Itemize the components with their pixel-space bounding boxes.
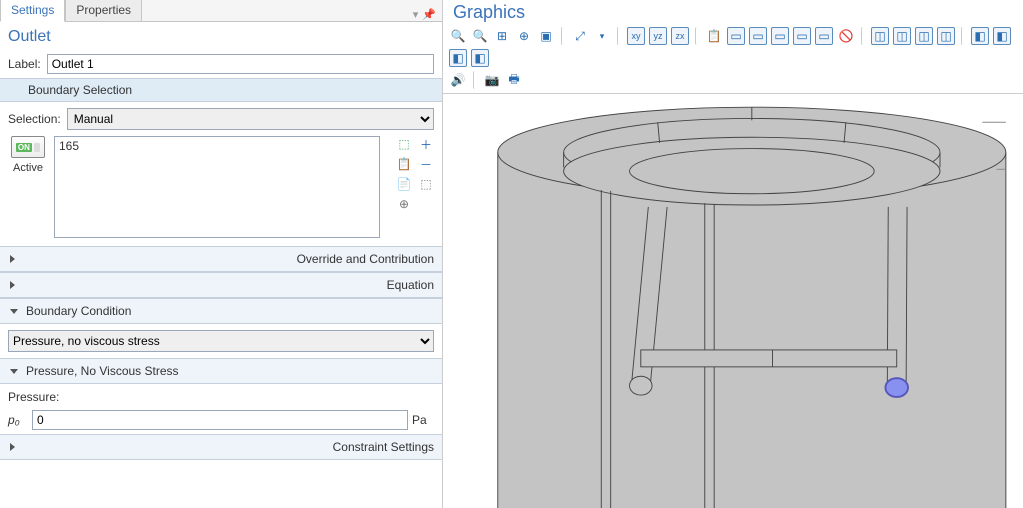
expander-pnvs-header[interactable]: Pressure, No Viscous Stress: [0, 359, 442, 384]
selection-label: Selection:: [8, 112, 61, 126]
clipboard-icon[interactable]: 📋: [705, 27, 723, 45]
pressure-row: p₀ Pa: [0, 406, 442, 434]
model-3d: [443, 94, 1023, 508]
remove-icon[interactable]: －: [418, 156, 434, 172]
pressure-label: Pressure:: [8, 390, 434, 404]
graphics-canvas[interactable]: [443, 93, 1023, 508]
copy-icon[interactable]: 📋: [396, 156, 412, 172]
separator: [617, 27, 621, 45]
tab-settings[interactable]: Settings: [0, 0, 65, 22]
active-toggle[interactable]: ON: [11, 136, 45, 158]
axes-icon[interactable]: ⤢: [571, 27, 589, 45]
expander-override: Override and Contribution: [0, 246, 442, 272]
label-row: Label:: [0, 50, 442, 78]
graphics-toolbar-2: 🔊 📷 🖶: [443, 71, 1023, 93]
separator: [961, 27, 965, 45]
select-icon-1[interactable]: ◫: [871, 27, 889, 45]
panel-title: Outlet: [0, 22, 442, 50]
select-icon-4[interactable]: ◫: [937, 27, 955, 45]
select-icon-2[interactable]: ◫: [893, 27, 911, 45]
chevron-down-icon[interactable]: ▾: [593, 27, 611, 45]
chevron-right-icon: [10, 443, 325, 451]
separator: [695, 27, 699, 45]
expander-override-header[interactable]: Override and Contribution: [0, 247, 442, 272]
select-icon-3[interactable]: ◫: [915, 27, 933, 45]
pressure-symbol: p₀: [8, 413, 28, 427]
zoom-in-icon[interactable]: 🔍: [449, 27, 467, 45]
view-yz-button[interactable]: yz: [649, 27, 667, 45]
boundary-selection-header: Boundary Selection: [0, 78, 442, 102]
paste-icon[interactable]: 📄: [396, 176, 412, 192]
transparency-icon-2[interactable]: ◧: [993, 27, 1011, 45]
expander-pnvs: Pressure, No Viscous Stress Pressure: p₀…: [0, 358, 442, 434]
pressure-unit: Pa: [412, 413, 434, 427]
camera-icon[interactable]: 📷: [483, 71, 501, 89]
dock-controls: ▾ 📌: [407, 8, 442, 21]
transparency-icon-3[interactable]: ◧: [449, 49, 467, 67]
graphics-toolbar: 🔍 🔍 ⊞ ⊕ ▣ ⤢ ▾ xy yz zx 📋 ▭ ▭ ▭ ▭ ▭ 🚫 ◫ ◫…: [443, 25, 1023, 71]
active-column: ON Active: [8, 136, 48, 238]
view-icon-2[interactable]: ▭: [749, 27, 767, 45]
zoom-extents-icon[interactable]: ⊞: [493, 27, 511, 45]
zoom-out-icon[interactable]: 🔍: [471, 27, 489, 45]
close-icon[interactable]: 📌: [422, 8, 436, 21]
view-zx-button[interactable]: zx: [671, 27, 689, 45]
graphics-title: Graphics: [443, 0, 1023, 25]
chevron-down-icon: [10, 309, 18, 314]
pressure-input[interactable]: [32, 410, 408, 430]
expander-constraint: Constraint Settings: [0, 434, 442, 460]
separator: [561, 27, 565, 45]
expander-equation: Equation: [0, 272, 442, 298]
expander-bc-header[interactable]: Boundary Condition: [0, 299, 442, 324]
transparency-icon-4[interactable]: ◧: [471, 49, 489, 67]
view-xy-button[interactable]: xy: [627, 27, 645, 45]
print-icon[interactable]: 🖶: [505, 71, 523, 89]
clear-icon[interactable]: ⬚: [418, 176, 434, 192]
view-icon-3[interactable]: ▭: [771, 27, 789, 45]
separator: [473, 71, 477, 89]
zoom-sel-icon[interactable]: ⊕: [396, 196, 412, 212]
transparency-icon-1[interactable]: ◧: [971, 27, 989, 45]
view-icon-1[interactable]: ▭: [727, 27, 745, 45]
tab-properties[interactable]: Properties: [65, 0, 142, 21]
list-item[interactable]: 165: [59, 139, 375, 153]
chevron-down-icon: [10, 369, 18, 374]
settings-panel: Settings Properties ▾ 📌 Outlet Label: Bo…: [0, 0, 443, 508]
expander-equation-header[interactable]: Equation: [0, 273, 442, 298]
label-label: Label:: [8, 57, 41, 71]
chevron-right-icon: [10, 255, 289, 263]
sound-icon[interactable]: 🔊: [449, 71, 467, 89]
add-icon[interactable]: ＋: [418, 136, 434, 152]
zoom-selected-icon[interactable]: ⊕: [515, 27, 533, 45]
pin-icon[interactable]: ▾: [413, 8, 419, 21]
selection-list[interactable]: 165: [54, 136, 380, 238]
tab-bar: Settings Properties ▾ 📌: [0, 0, 442, 22]
expander-constraint-header[interactable]: Constraint Settings: [0, 435, 442, 460]
selection-area: ON Active 165 ⬚ ＋ 📋 － 📄 ⬚ ⊕: [0, 136, 442, 246]
bc-dropdown[interactable]: Pressure, no viscous stress: [8, 330, 434, 352]
active-label: Active: [13, 162, 43, 174]
label-input[interactable]: [47, 54, 434, 74]
selection-tools: ⬚ ＋ 📋 － 📄 ⬚ ⊕: [386, 136, 434, 238]
selection-row: Selection: Manual: [0, 102, 442, 136]
selection-dropdown[interactable]: Manual: [67, 108, 434, 130]
zoom-box-icon[interactable]: ▣: [537, 27, 555, 45]
highlight-icon[interactable]: ⬚: [396, 136, 412, 152]
hide-icon[interactable]: 🚫: [837, 27, 855, 45]
chevron-right-icon: [10, 281, 379, 289]
view-icon-5[interactable]: ▭: [815, 27, 833, 45]
separator: [861, 27, 865, 45]
expander-boundary-condition: Boundary Condition Pressure, no viscous …: [0, 298, 442, 358]
view-icon-4[interactable]: ▭: [793, 27, 811, 45]
graphics-panel: Graphics 🔍 🔍 ⊞ ⊕ ▣ ⤢ ▾ xy yz zx 📋 ▭ ▭ ▭ …: [443, 0, 1023, 508]
